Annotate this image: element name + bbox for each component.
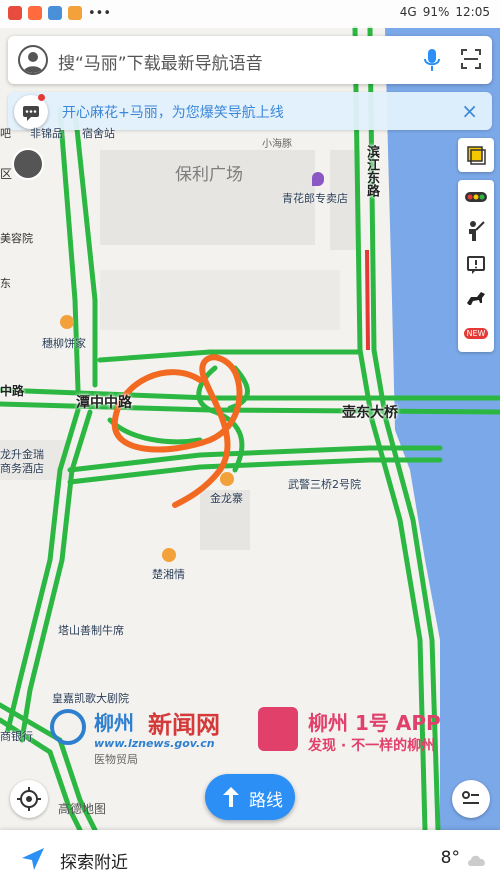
watermark-under-text: 医物贸局 [94, 753, 138, 766]
app-logo-icon [258, 707, 298, 751]
new-badge: NEW [458, 316, 494, 350]
search-placeholder[interactable]: 搜“马丽”下载最新导航语音 [58, 49, 263, 74]
poi-label[interactable]: 穗柳饼家 [42, 335, 86, 351]
edge-label-1: 吧 [0, 127, 11, 140]
lznews-logo-icon [50, 709, 86, 745]
poi-label[interactable]: 宿舍站 [82, 125, 115, 141]
road-label: 滨江东路 [364, 145, 379, 197]
watermark-url: www.lznews.gov.cn [94, 737, 215, 750]
status-bar: ••• 4G 91% 12:05 [0, 0, 500, 28]
feedback-icon[interactable] [458, 248, 494, 282]
map-brand-label: 高德地图 [58, 802, 107, 816]
locate-button[interactable] [10, 780, 48, 818]
watermark-brand1-cn: 新闻网 [148, 710, 220, 739]
poi-label[interactable]: 武警三桥2号院 [288, 476, 361, 492]
scan-icon[interactable] [460, 48, 482, 70]
network-label: 4G [399, 5, 417, 19]
time-label: 12:05 [455, 5, 490, 19]
traffic-icon[interactable] [458, 180, 494, 214]
list-icon [462, 791, 479, 804]
watermark-app: 柳州 1号 APP 发现 · 不一样的柳州 [258, 705, 488, 765]
poi-label[interactable]: 楚湘情 [152, 566, 185, 582]
poi-label[interactable]: 皇嘉凯歌大剧院 [52, 690, 129, 706]
app-icon-2 [28, 6, 42, 20]
banner-text[interactable]: 开心麻花+马丽，为您爆笑导航上线 [62, 102, 284, 122]
layers-icon[interactable] [458, 138, 494, 172]
route-label[interactable]: 路线 [249, 786, 283, 811]
poi-label[interactable]: 商务酒店 [0, 460, 44, 476]
notification-dot [38, 94, 45, 101]
app-icon-4 [68, 6, 82, 20]
weather-cloud-icon [468, 855, 485, 866]
shop-pin-icon[interactable] [312, 172, 324, 186]
new-badge-text: NEW [463, 327, 489, 339]
road-label: 壶东大桥 [342, 405, 398, 421]
bottom-bar[interactable]: 探索附近 8° [0, 830, 500, 888]
watermark-brand2: 柳州 1号 APP [308, 711, 441, 735]
microphone-icon[interactable] [422, 48, 442, 72]
list-button[interactable] [452, 780, 490, 818]
poi-label[interactable]: 青花郎专卖店 [282, 190, 348, 206]
app-icon-1 [8, 6, 22, 20]
food-pin-icon[interactable] [220, 472, 234, 486]
poi-label[interactable]: 商银行 [0, 728, 33, 744]
poi-label[interactable]: 非锦品 [30, 125, 63, 141]
notification-icons: ••• [8, 6, 111, 21]
food-pin-icon[interactable] [60, 315, 74, 329]
area-label: 保利广场 [175, 165, 243, 185]
route-button[interactable]: 路线 [205, 774, 295, 820]
poi-label[interactable]: 金龙寨 [210, 490, 243, 506]
layers-button[interactable] [458, 138, 494, 172]
road-label: 小海豚 [262, 139, 292, 150]
road-label: 中路 [0, 384, 25, 398]
watermark-lznews: 柳州 新闻网 www.lznews.gov.cn 医物贸局 [40, 705, 240, 766]
map-toolbar: NEW [458, 180, 494, 352]
temperature-label: 8° [440, 848, 460, 868]
avatar-icon[interactable] [18, 45, 48, 75]
search-bar[interactable]: 搜“马丽”下载最新导航语音 [8, 36, 492, 84]
route-arrow-icon [223, 787, 239, 807]
food-pin-icon[interactable] [162, 548, 176, 562]
road-label: 潭中中路 [76, 395, 132, 411]
edge-label-2: 区 [0, 167, 13, 181]
promo-banner[interactable]: 开心麻花+马丽，为您爆笑导航上线 × [8, 92, 492, 130]
watermark-slogan: 发现 · 不一样的柳州 [308, 738, 436, 754]
poi-label[interactable]: 塔山善制牛席 [58, 622, 124, 638]
locate-icon [17, 787, 41, 811]
report-icon[interactable] [458, 214, 494, 248]
navigate-icon [22, 848, 44, 870]
explore-nearby-label[interactable]: 探索附近 [60, 848, 128, 873]
watermark-brand1: 柳州 [94, 711, 134, 735]
edge-label-3: 东 [0, 277, 11, 290]
status-right: 4G 91% 12:05 [400, 5, 490, 19]
battery-label: 91% [422, 5, 450, 19]
poi-label[interactable]: 美容院 [0, 230, 33, 246]
horse-icon[interactable] [458, 282, 494, 316]
app-icon-3 [48, 6, 62, 20]
more-icon: ••• [88, 6, 112, 21]
location-marker-icon[interactable] [12, 148, 44, 180]
close-icon[interactable]: × [461, 99, 478, 123]
